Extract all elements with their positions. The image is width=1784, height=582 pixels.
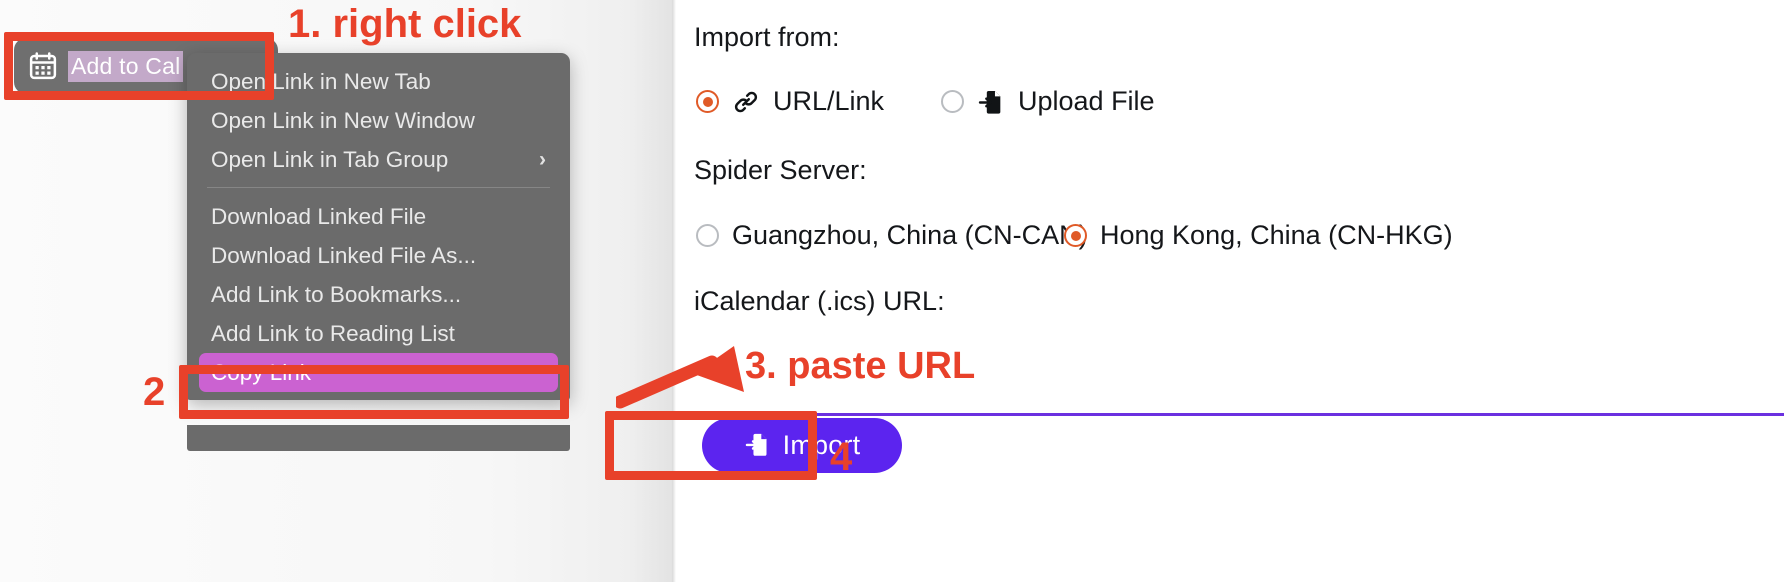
file-import-icon bbox=[744, 431, 771, 461]
radio-option-hong-kong[interactable]: Hong Kong, China (CN-HKG) bbox=[1064, 220, 1453, 251]
radio-label-url-link: URL/Link bbox=[773, 86, 885, 116]
menu-item-label: Add Link to Bookmarks... bbox=[211, 281, 462, 307]
ics-url-label: iCalendar (.ics) URL: bbox=[694, 286, 945, 316]
radio-option-url-link[interactable]: URL/Link bbox=[696, 86, 884, 117]
menu-item-label: Open Link in New Window bbox=[211, 107, 475, 133]
left-page-pane: Add to Cal Open Link in New Tab Open Lin… bbox=[0, 0, 676, 582]
menu-item-label: Open Link in Tab Group bbox=[211, 146, 449, 172]
radio-url-link[interactable] bbox=[696, 90, 719, 113]
menu-item-open-link-tab-group[interactable]: Open Link in Tab Group › bbox=[187, 140, 570, 179]
file-import-icon bbox=[977, 88, 1005, 116]
ics-url-input[interactable] bbox=[694, 382, 1784, 416]
menu-item-label: Add Link to Reading List bbox=[211, 320, 455, 346]
import-from-label: Import from: bbox=[694, 22, 840, 52]
menu-item-label: Open Link in New Tab bbox=[211, 68, 431, 94]
import-button[interactable]: Import bbox=[702, 418, 902, 473]
menu-item-label: Download Linked File As... bbox=[211, 242, 477, 268]
menu-item-add-link-to-reading-list[interactable]: Add Link to Reading List bbox=[187, 314, 570, 353]
menu-item-add-link-to-bookmarks[interactable]: Add Link to Bookmarks... bbox=[187, 275, 570, 314]
link-chain-icon bbox=[732, 88, 760, 116]
menu-item-open-link-new-tab[interactable]: Open Link in New Tab bbox=[187, 62, 570, 101]
radio-option-guangzhou[interactable]: Guangzhou, China (CN-CAN) bbox=[696, 220, 1088, 251]
menu-item-download-linked-file[interactable]: Download Linked File bbox=[187, 197, 570, 236]
menu-item-copy-link[interactable]: Copy Link bbox=[187, 353, 570, 392]
context-menu-footer bbox=[187, 425, 570, 451]
menu-item-download-linked-file-as[interactable]: Download Linked File As... bbox=[187, 236, 570, 275]
radio-guangzhou[interactable] bbox=[696, 224, 719, 247]
import-button-label: Import bbox=[782, 430, 861, 460]
menu-divider bbox=[207, 187, 550, 188]
radio-upload-file[interactable] bbox=[941, 90, 964, 113]
import-form-pane: Import from: URL/Link Upload File Spider… bbox=[676, 0, 1784, 582]
add-to-calendar-label: Add to Cal bbox=[68, 50, 184, 82]
chevron-right-icon: › bbox=[539, 147, 546, 171]
radio-option-upload-file[interactable]: Upload File bbox=[941, 86, 1155, 117]
radio-label-guangzhou: Guangzhou, China (CN-CAN) bbox=[732, 220, 1088, 250]
menu-item-open-link-new-window[interactable]: Open Link in New Window bbox=[187, 101, 570, 140]
menu-item-label: Download Linked File bbox=[211, 203, 427, 229]
context-menu: Open Link in New Tab Open Link in New Wi… bbox=[187, 53, 570, 400]
radio-label-upload-file: Upload File bbox=[1018, 86, 1155, 116]
radio-hong-kong[interactable] bbox=[1064, 224, 1087, 247]
calendar-icon bbox=[28, 51, 58, 81]
spider-server-label: Spider Server: bbox=[694, 155, 867, 185]
radio-label-hong-kong: Hong Kong, China (CN-HKG) bbox=[1100, 220, 1453, 250]
screenshot-root: Add to Cal Open Link in New Tab Open Lin… bbox=[0, 0, 1784, 582]
menu-item-label: Copy Link bbox=[211, 359, 312, 385]
